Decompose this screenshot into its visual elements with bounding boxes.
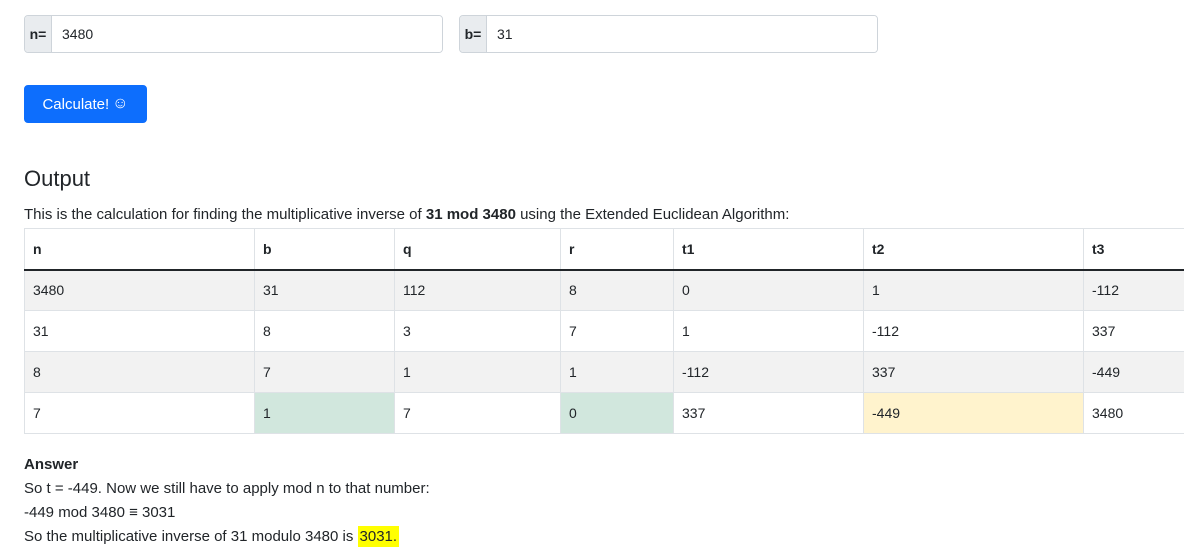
cell-t1: 1 <box>673 310 864 352</box>
answer-label: Answer <box>24 456 79 473</box>
answer-section: Answer So t = -449. Now we still have to… <box>24 453 430 549</box>
cell-n: 7 <box>24 392 255 434</box>
cell-b: 8 <box>254 310 395 352</box>
header-r: r <box>560 228 674 271</box>
calculate-button-label: Calculate! <box>42 95 110 113</box>
header-t2: t2 <box>863 228 1084 271</box>
cell-b-gcd-highlight: 1 <box>254 392 395 434</box>
table-row: 31 8 3 7 1 -112 337 <box>24 310 1184 352</box>
smile-icon: ☺ <box>112 95 129 112</box>
cell-r: 7 <box>560 310 674 352</box>
n-input-group: n= <box>24 15 443 53</box>
table-row: 8 7 1 1 -112 337 -449 <box>24 351 1184 393</box>
cell-t3: -112 <box>1083 269 1184 311</box>
cell-b: 7 <box>254 351 395 393</box>
header-t1: t1 <box>673 228 864 271</box>
b-input-prefix: b= <box>460 16 487 52</box>
output-heading: Output <box>24 166 91 191</box>
cell-t1: 0 <box>673 269 864 311</box>
cell-t2: 1 <box>863 269 1084 311</box>
cell-q: 1 <box>394 351 561 393</box>
cell-b: 31 <box>254 269 395 311</box>
header-q: q <box>394 228 561 271</box>
b-input-group: b= <box>459 15 878 53</box>
desc-suffix: using the Extended Euclidean Algorithm: <box>515 206 790 223</box>
n-input-prefix: n= <box>25 16 52 52</box>
cell-t2-result-highlight: -449 <box>863 392 1084 434</box>
answer-line-3: So the multiplicative inverse of 31 modu… <box>24 525 430 549</box>
cell-t2: -112 <box>863 310 1084 352</box>
answer-result-highlight: 3031. <box>357 526 400 547</box>
cell-t3: -449 <box>1083 351 1184 393</box>
table-row: 7 1 7 0 337 -449 3480 <box>24 392 1184 434</box>
cell-t3: 3480 <box>1083 392 1184 434</box>
cell-n: 3480 <box>24 269 255 311</box>
cell-n: 31 <box>24 310 255 352</box>
cell-q: 3 <box>394 310 561 352</box>
table-header-row: n b q r t1 t2 t3 <box>24 228 1184 271</box>
output-description: This is the calculation for finding the … <box>24 206 789 223</box>
header-b: b <box>254 228 395 271</box>
cell-t2: 337 <box>863 351 1084 393</box>
cell-q: 7 <box>394 392 561 434</box>
answer-line-1: So t = -449. Now we still have to apply … <box>24 480 430 497</box>
cell-t3: 337 <box>1083 310 1184 352</box>
header-t3: t3 <box>1083 228 1184 271</box>
header-n: n <box>24 228 255 271</box>
cell-r: 1 <box>560 351 674 393</box>
desc-prefix: This is the calculation for finding the … <box>24 206 426 223</box>
euclid-table: n b q r t1 t2 t3 3480 31 112 8 0 1 -112 … <box>24 228 1184 434</box>
cell-q: 112 <box>394 269 561 311</box>
cell-n: 8 <box>24 351 255 393</box>
cell-r-zero-highlight: 0 <box>560 392 674 434</box>
cell-r: 8 <box>560 269 674 311</box>
n-input[interactable] <box>52 16 442 52</box>
calculate-button[interactable]: Calculate! ☺ <box>24 85 147 123</box>
desc-bold: 31 mod 3480 <box>425 206 516 223</box>
cell-t1: 337 <box>673 392 864 434</box>
table-row: 3480 31 112 8 0 1 -112 <box>24 269 1184 311</box>
cell-t1: -112 <box>673 351 864 393</box>
answer-line-3-prefix: So the multiplicative inverse of 31 modu… <box>24 528 358 545</box>
answer-line-2: -449 mod 3480 ≡ 3031 <box>24 504 176 521</box>
b-input[interactable] <box>487 16 877 52</box>
